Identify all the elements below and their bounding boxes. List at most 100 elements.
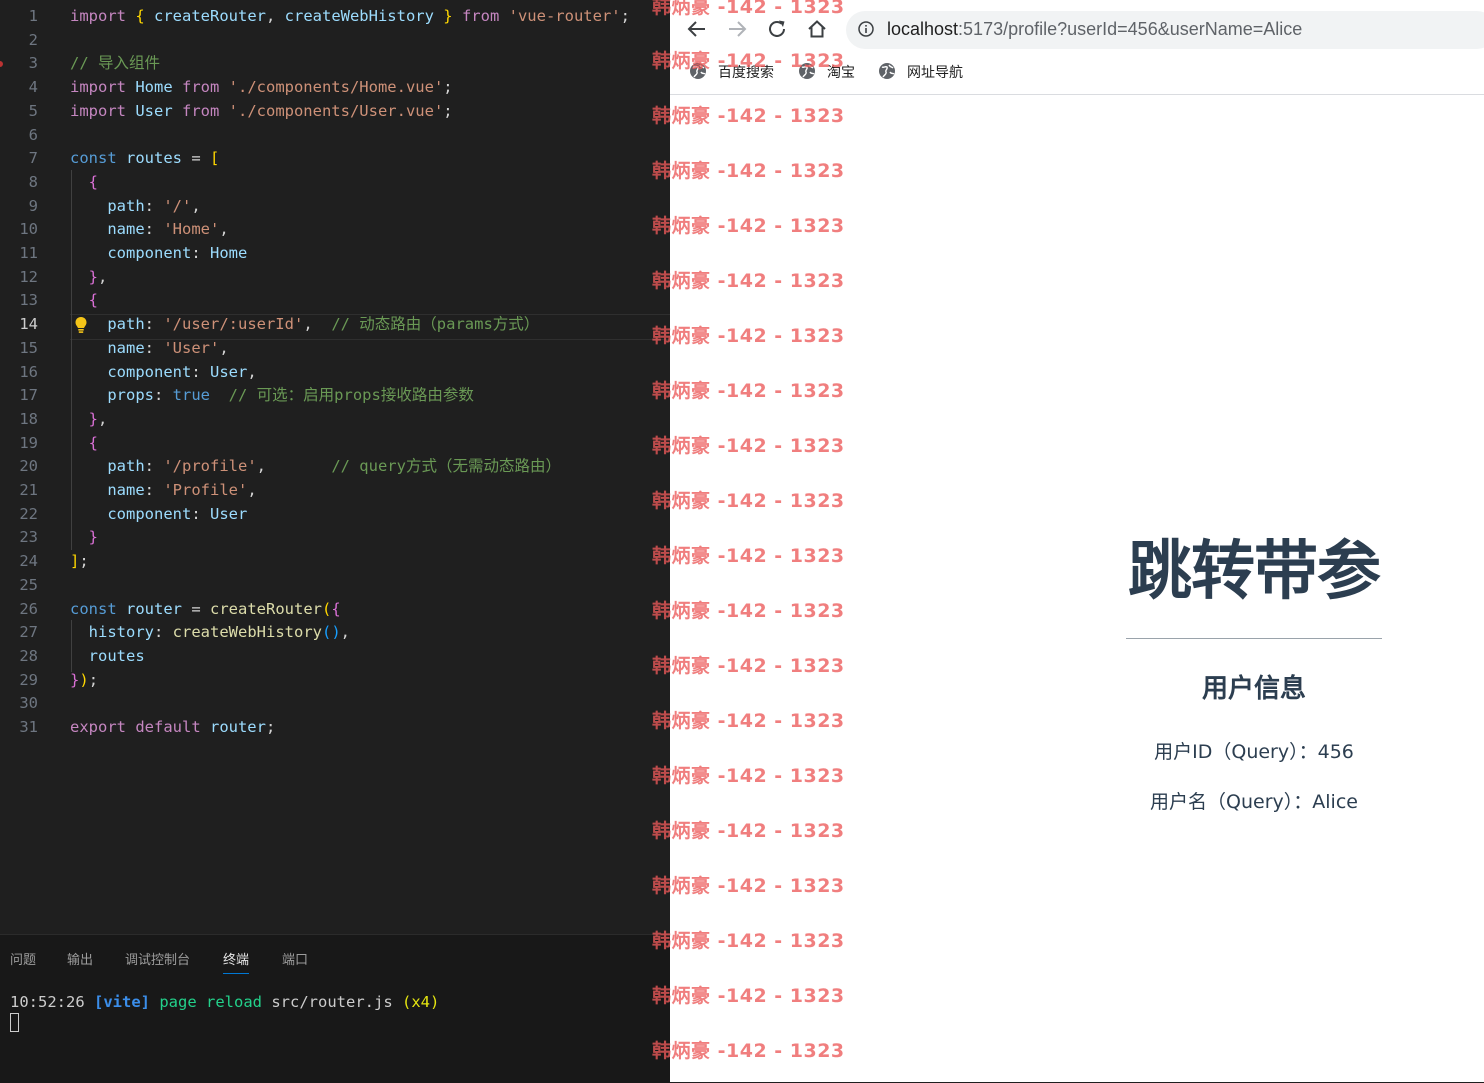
tab-output[interactable]: 输出 [67,949,93,968]
lightbulb-icon[interactable] [74,316,88,334]
code-text: path: '/profile', // query方式（无需动态路由） [107,457,561,476]
watermark-text: 韩炳豪 -142 - 1323 [652,380,845,402]
code-line[interactable]: 10 name: 'Home', [0,218,670,242]
watermark-text: 韩炳豪 -142 - 1323 [652,765,845,787]
line-number: 30 [19,694,38,713]
code-line[interactable]: 16 component: User, [0,361,670,385]
line-number: 3 [28,54,38,73]
watermark-text: 韩炳豪 -142 - 1323 [652,325,845,347]
watermark-text: 韩炳豪 -142 - 1323 [652,160,845,182]
divider [1126,638,1382,639]
code-editor[interactable]: 1 import { createRouter, createWebHistory… [0,0,670,934]
code-text: path: '/', [107,196,201,215]
code-text: component: Home [107,244,248,262]
terminal-tag: [vite] [94,993,150,1011]
code-text: import { createRouter, createWebHistory … [70,7,630,25]
code-line[interactable]: 8 { [0,171,670,195]
code-text: const router = createRouter({ [70,599,341,618]
code-line[interactable]: 27 history: createWebHistory(), [0,621,670,645]
code-line[interactable]: 4 import Home from './components/Home.vue… [0,76,670,100]
reload-icon[interactable] [766,18,788,40]
code-line[interactable]: 1 import { createRouter, createWebHistory… [0,5,670,29]
code-line[interactable]: 25 [0,574,670,598]
line-number: 17 [19,386,38,405]
line-number: 13 [19,291,38,310]
code-line[interactable]: 15 name: 'User', [0,337,670,361]
code-text: { [88,291,99,310]
line-number: 29 [19,670,38,689]
code-text: name: 'Profile', [107,481,257,499]
terminal-time: 10:52:26 [10,993,85,1011]
watermark-text: 韩炳豪 -142 - 1323 [652,270,845,292]
watermark-text: 韩炳豪 -142 - 1323 [652,875,845,897]
line-number: 26 [19,599,38,618]
code-line[interactable]: 3 // 导入组件 [0,52,670,76]
line-number: 14 [19,315,38,334]
line-number: 23 [19,528,38,547]
code-line[interactable]: 13 { [0,289,670,313]
line-number: 28 [19,646,38,665]
watermark-text: 韩炳豪 -142 - 1323 [652,215,845,237]
user-id-line: 用户ID（Query）：456 [1154,741,1354,763]
line-number: 6 [28,125,38,144]
tab-debug-console[interactable]: 调试控制台 [125,949,190,968]
code-text: path: '/user/:userId', // 动态路由（params方式） [107,315,540,334]
code-line[interactable]: 5 import User from './components/User.vue… [0,100,670,124]
line-number: 31 [19,718,38,736]
terminal-output[interactable]: 10:52:26 [vite] page reload src/router.j… [10,993,439,1011]
line-number: 1 [28,7,38,25]
code-text: component: User, [107,362,257,381]
code-line[interactable]: 29}); [0,669,670,693]
bookmark-label: 网址导航 [907,65,963,81]
watermark-text: 韩炳豪 -142 - 1323 [652,435,845,457]
code-line[interactable]: 6 [0,124,670,148]
code-text: // 导入组件 [70,54,160,73]
code-text: } [88,528,99,547]
line-number: 18 [19,409,38,428]
tab-terminal[interactable]: 终端 [223,949,250,974]
code-line[interactable]: 28 routes [0,645,670,669]
code-line[interactable]: 17 props: true // 可选：启用props接收路由参数 [0,384,670,408]
line-number: 27 [19,623,38,642]
line-number: 4 [28,78,38,97]
code-line[interactable]: 31 export default router; [0,716,670,740]
line-number: 2 [28,30,38,49]
code-line[interactable]: 9 path: '/', [0,195,670,219]
watermark-text: 韩炳豪 -142 - 1323 [652,545,845,567]
tab-problems[interactable]: 问题 [10,949,36,968]
code-text: }); [70,670,99,689]
code-line[interactable]: 2 [0,29,670,53]
code-line[interactable]: 22 component: User [0,503,670,527]
forward-arrow-icon[interactable] [726,18,748,40]
code-line[interactable]: 11 component: Home [0,242,670,266]
code-line[interactable]: 26 const router = createRouter({ [0,598,670,622]
code-line[interactable]: 24]; [0,550,670,574]
section-title: 用户信息 [1201,674,1306,704]
code-line[interactable]: 14 path: '/user/:userId', // 动态路由（params… [0,313,670,337]
watermark-text: 韩炳豪 -142 - 1323 [652,600,845,622]
code-text: name: 'User', [107,338,229,357]
line-number: 22 [19,504,38,523]
home-icon[interactable] [806,18,828,40]
line-number: 21 [19,481,38,499]
address-bar[interactable]: localhost:5173/profile?userId=456&userNa… [846,11,1484,49]
code-text: }, [88,267,108,286]
terminal-action: page reload [159,993,262,1011]
code-text: history: createWebHistory(), [88,623,350,642]
code-line[interactable]: 18 }, [0,408,670,432]
line-number: 16 [19,362,38,381]
code-line[interactable]: 30 [0,692,670,716]
code-line[interactable]: 7 const routes = [ [0,147,670,171]
code-line[interactable]: 12 }, [0,266,670,290]
code-line[interactable]: 19 { [0,432,670,456]
back-arrow-icon[interactable] [686,18,708,40]
line-number: 9 [28,196,38,215]
url-text[interactable]: localhost:5173/profile?userId=456&userNa… [887,19,1302,40]
line-number: 20 [19,457,38,476]
code-line[interactable]: 23 } [0,526,670,550]
site-info-icon[interactable] [858,21,874,37]
code-text: ]; [70,552,89,571]
code-line[interactable]: 20 path: '/profile', // query方式（无需动态路由） [0,455,670,479]
tab-ports[interactable]: 端口 [282,949,308,968]
code-line[interactable]: 21 name: 'Profile', [0,479,670,503]
